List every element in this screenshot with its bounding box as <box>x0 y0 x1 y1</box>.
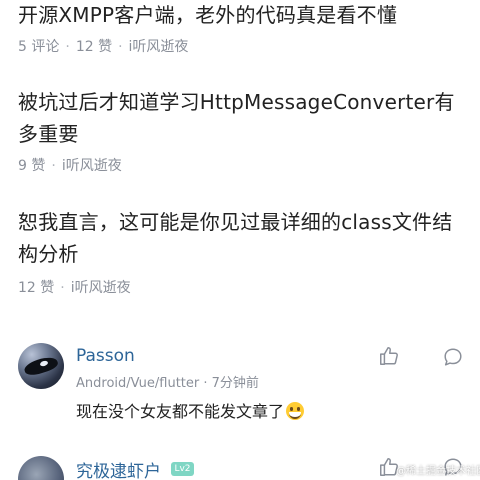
article-author[interactable]: i听风逝夜 <box>129 37 189 57</box>
avatar[interactable] <box>18 343 64 389</box>
article-title[interactable]: 被坑过后才知道学习HttpMessageConverter有多重要 <box>18 86 462 150</box>
article-title[interactable]: 恕我直言，这可能是你见过最详细的class文件结构分析 <box>18 206 462 270</box>
comment-meta: Android/Vue/flutter · 7分钟前 <box>76 372 259 391</box>
comment-time: 7分钟前 <box>211 376 259 391</box>
article-meta: 9 赞 · i听风逝夜 <box>18 156 462 176</box>
meta-separator: · <box>203 376 208 391</box>
user-tags: Android/Vue/flutter <box>76 376 200 391</box>
article-item[interactable]: 恕我直言，这可能是你见过最详细的class文件结构分析 12 赞 · i听风逝夜 <box>18 206 462 298</box>
meta-separator: · <box>60 280 65 296</box>
comment-username[interactable]: Passon <box>76 346 135 366</box>
avatar[interactable] <box>18 456 64 480</box>
article-item[interactable]: 开源XMPP客户端，老外的代码真是看不懂 5 评论 · 12 赞 · i听风逝夜 <box>18 0 462 57</box>
meta-separator: · <box>65 39 70 55</box>
article-meta: 5 评论 · 12 赞 · i听风逝夜 <box>18 37 462 57</box>
like-count: 12 赞 <box>75 39 113 55</box>
watermark: @稀土掘金技术社区 <box>396 466 480 477</box>
thumbs-up-icon[interactable] <box>378 345 400 367</box>
article-title[interactable]: 开源XMPP客户端，老外的代码真是看不懂 <box>18 0 462 31</box>
comment-body: 现在没个女友都不能发文章了 <box>76 402 285 421</box>
grinning-face-emoji-icon <box>286 402 305 420</box>
comment-bubble-icon[interactable] <box>442 346 464 368</box>
article-item[interactable]: 被坑过后才知道学习HttpMessageConverter有多重要 9 赞 · … <box>18 86 462 176</box>
article-author[interactable]: i听风逝夜 <box>62 156 122 176</box>
article-author[interactable]: i听风逝夜 <box>71 278 131 298</box>
article-meta: 12 赞 · i听风逝夜 <box>18 278 462 298</box>
like-count: 9 赞 <box>18 158 46 174</box>
comment-count: 5 评论 <box>18 39 60 55</box>
comment-username[interactable]: 究极逮虾户 <box>76 457 161 480</box>
level-badge: Lv2 <box>171 462 194 476</box>
meta-separator: · <box>118 39 123 55</box>
like-count: 12 赞 <box>18 280 55 296</box>
meta-separator: · <box>51 158 56 174</box>
comment-text: 现在没个女友都不能发文章了 <box>76 398 305 422</box>
